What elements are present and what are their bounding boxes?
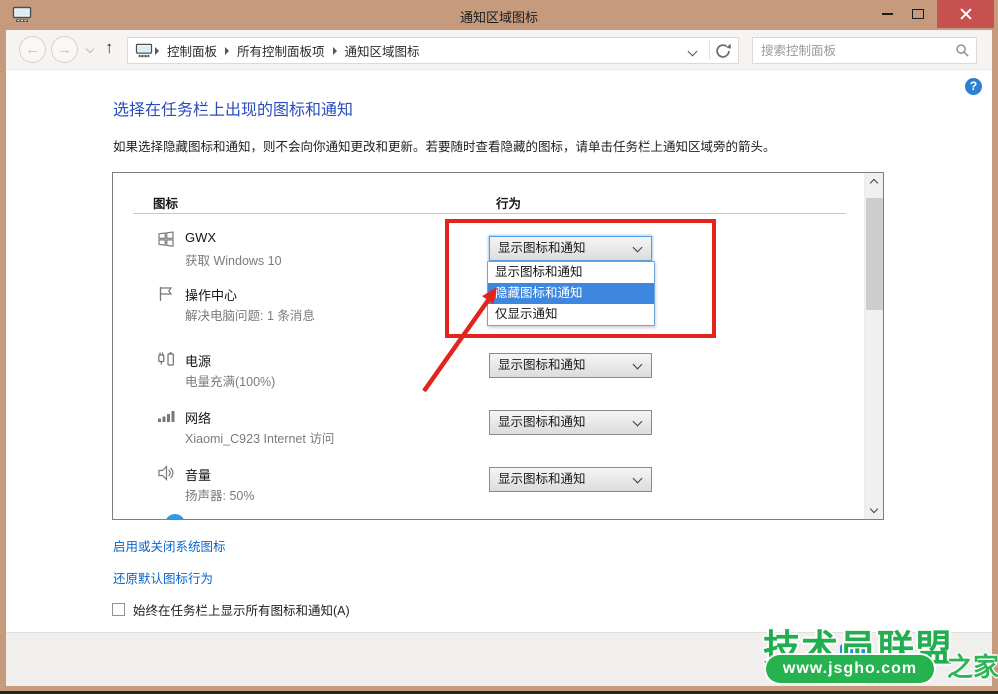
scrollbar-thumb[interactable] bbox=[866, 198, 883, 310]
navigation-bar: ← → ↑ 控制面板 所有控制面板项 通知区域图标 bbox=[6, 30, 992, 70]
recent-pages-chevron-icon[interactable] bbox=[86, 45, 94, 53]
header-divider bbox=[133, 213, 846, 214]
item-name: 电源 bbox=[185, 351, 211, 370]
item-description: 获取 Windows 10 bbox=[185, 250, 282, 269]
address-dropdown-chevron-icon[interactable] bbox=[688, 47, 698, 57]
behavior-dropdown-network[interactable]: 显示图标和通知 bbox=[489, 410, 652, 435]
breadcrumb-separator-icon bbox=[155, 47, 159, 55]
forward-icon: → bbox=[57, 41, 72, 58]
title-bar: 通知区域图标 bbox=[0, 0, 998, 30]
chevron-down-icon bbox=[633, 417, 643, 427]
list-scrollbar[interactable] bbox=[864, 173, 883, 519]
chevron-down-icon bbox=[633, 474, 643, 484]
control-panel-icon[interactable] bbox=[135, 43, 153, 58]
maximize-icon bbox=[912, 9, 924, 19]
breadcrumb-separator-icon bbox=[225, 47, 229, 55]
refresh-icon bbox=[714, 42, 732, 60]
checkbox-label[interactable]: 始终在任务栏上显示所有图标和通知(A) bbox=[133, 600, 350, 619]
item-description: 扬声器: 50% bbox=[185, 485, 254, 504]
chevron-up-icon bbox=[870, 179, 878, 187]
item-name: 音量 bbox=[185, 465, 211, 484]
power-icon bbox=[156, 349, 176, 369]
search-box bbox=[752, 37, 977, 64]
flag-icon bbox=[156, 284, 176, 304]
windows-logo-icon bbox=[156, 229, 176, 249]
dropdown-value: 显示图标和通知 bbox=[498, 241, 586, 255]
item-name: 网络 bbox=[185, 408, 211, 427]
address-bar[interactable]: 控制面板 所有控制面板项 通知区域图标 bbox=[127, 37, 739, 64]
scroll-up-button[interactable] bbox=[865, 173, 884, 190]
network-icon bbox=[156, 406, 176, 426]
breadcrumb-all-items[interactable]: 所有控制面板项 bbox=[231, 41, 331, 60]
notification-area-icons-window: 通知区域图标 ← → ↑ 控制面板 所有控制面板项 bbox=[0, 0, 998, 694]
chevron-down-icon bbox=[633, 360, 643, 370]
forward-button[interactable]: → bbox=[51, 36, 78, 63]
breadcrumb-notification-icons[interactable]: 通知区域图标 bbox=[339, 41, 426, 60]
scroll-down-button[interactable] bbox=[865, 502, 884, 519]
maximize-button[interactable] bbox=[903, 0, 933, 28]
watermark-url: www.jsgho.com bbox=[766, 655, 934, 683]
behavior-dropdown-open-list: 显示图标和通知 隐藏图标和通知 仅显示通知 bbox=[487, 261, 655, 326]
close-icon bbox=[959, 7, 973, 21]
help-icon[interactable]: ? bbox=[965, 78, 982, 95]
item-description: Xiaomi_C923 Internet 访问 bbox=[185, 428, 334, 447]
refresh-button[interactable] bbox=[714, 42, 734, 60]
dropdown-option-show[interactable]: 显示图标和通知 bbox=[488, 262, 654, 283]
item-name: 操作中心 bbox=[185, 285, 237, 304]
partial-item-icon bbox=[165, 514, 185, 520]
address-divider bbox=[709, 41, 710, 60]
up-button[interactable]: ↑ bbox=[105, 38, 114, 58]
icon-behavior-list: 图标 行为 GWX 获取 Windows 10 显示图标和通知 bbox=[112, 172, 884, 520]
behavior-dropdown-power[interactable]: 显示图标和通知 bbox=[489, 353, 652, 378]
page-description: 如果选择隐藏图标和通知，则不会向你通知更改和更新。若要随时查看隐藏的图标，请单击… bbox=[113, 136, 776, 155]
breadcrumb-control-panel[interactable]: 控制面板 bbox=[161, 41, 223, 60]
column-header-behavior: 行为 bbox=[496, 193, 521, 212]
dropdown-option-hide[interactable]: 隐藏图标和通知 bbox=[488, 283, 654, 304]
back-button[interactable]: ← bbox=[19, 36, 46, 63]
dropdown-option-notifications-only[interactable]: 仅显示通知 bbox=[488, 304, 654, 325]
page-title: 选择在任务栏上出现的图标和通知 bbox=[113, 96, 353, 120]
back-icon: ← bbox=[25, 41, 40, 58]
behavior-dropdown-volume[interactable]: 显示图标和通知 bbox=[489, 467, 652, 492]
control-panel-icon-svg bbox=[135, 43, 153, 58]
watermark-suffix: 之家 bbox=[947, 647, 998, 684]
always-show-checkbox-row[interactable]: 始终在任务栏上显示所有图标和通知(A) bbox=[112, 600, 350, 619]
dropdown-value: 显示图标和通知 bbox=[498, 472, 586, 486]
volume-icon bbox=[156, 463, 176, 483]
link-restore-default[interactable]: 还原默认图标行为 bbox=[113, 568, 213, 587]
chevron-down-icon bbox=[870, 505, 878, 513]
close-button[interactable] bbox=[937, 0, 994, 28]
behavior-dropdown-gwx[interactable]: 显示图标和通知 bbox=[489, 236, 652, 261]
minimize-icon bbox=[882, 13, 893, 15]
content-area: ? 选择在任务栏上出现的图标和通知 如果选择隐藏图标和通知，则不会向你通知更改和… bbox=[6, 70, 992, 686]
item-description: 电量充满(100%) bbox=[185, 371, 275, 390]
window-title: 通知区域图标 bbox=[0, 7, 998, 26]
link-system-icons[interactable]: 启用或关闭系统图标 bbox=[113, 536, 226, 555]
item-name: GWX bbox=[185, 230, 216, 245]
always-show-checkbox[interactable] bbox=[112, 603, 125, 616]
chevron-down-icon bbox=[633, 243, 643, 253]
item-description: 解决电脑问题: 1 条消息 bbox=[185, 305, 315, 324]
dropdown-value: 显示图标和通知 bbox=[498, 415, 586, 429]
search-icon[interactable] bbox=[955, 43, 970, 58]
breadcrumb-separator-icon bbox=[333, 47, 337, 55]
column-header-icon: 图标 bbox=[153, 193, 178, 212]
minimize-button[interactable] bbox=[872, 0, 902, 28]
search-input[interactable] bbox=[761, 39, 946, 62]
dropdown-value: 显示图标和通知 bbox=[498, 358, 586, 372]
